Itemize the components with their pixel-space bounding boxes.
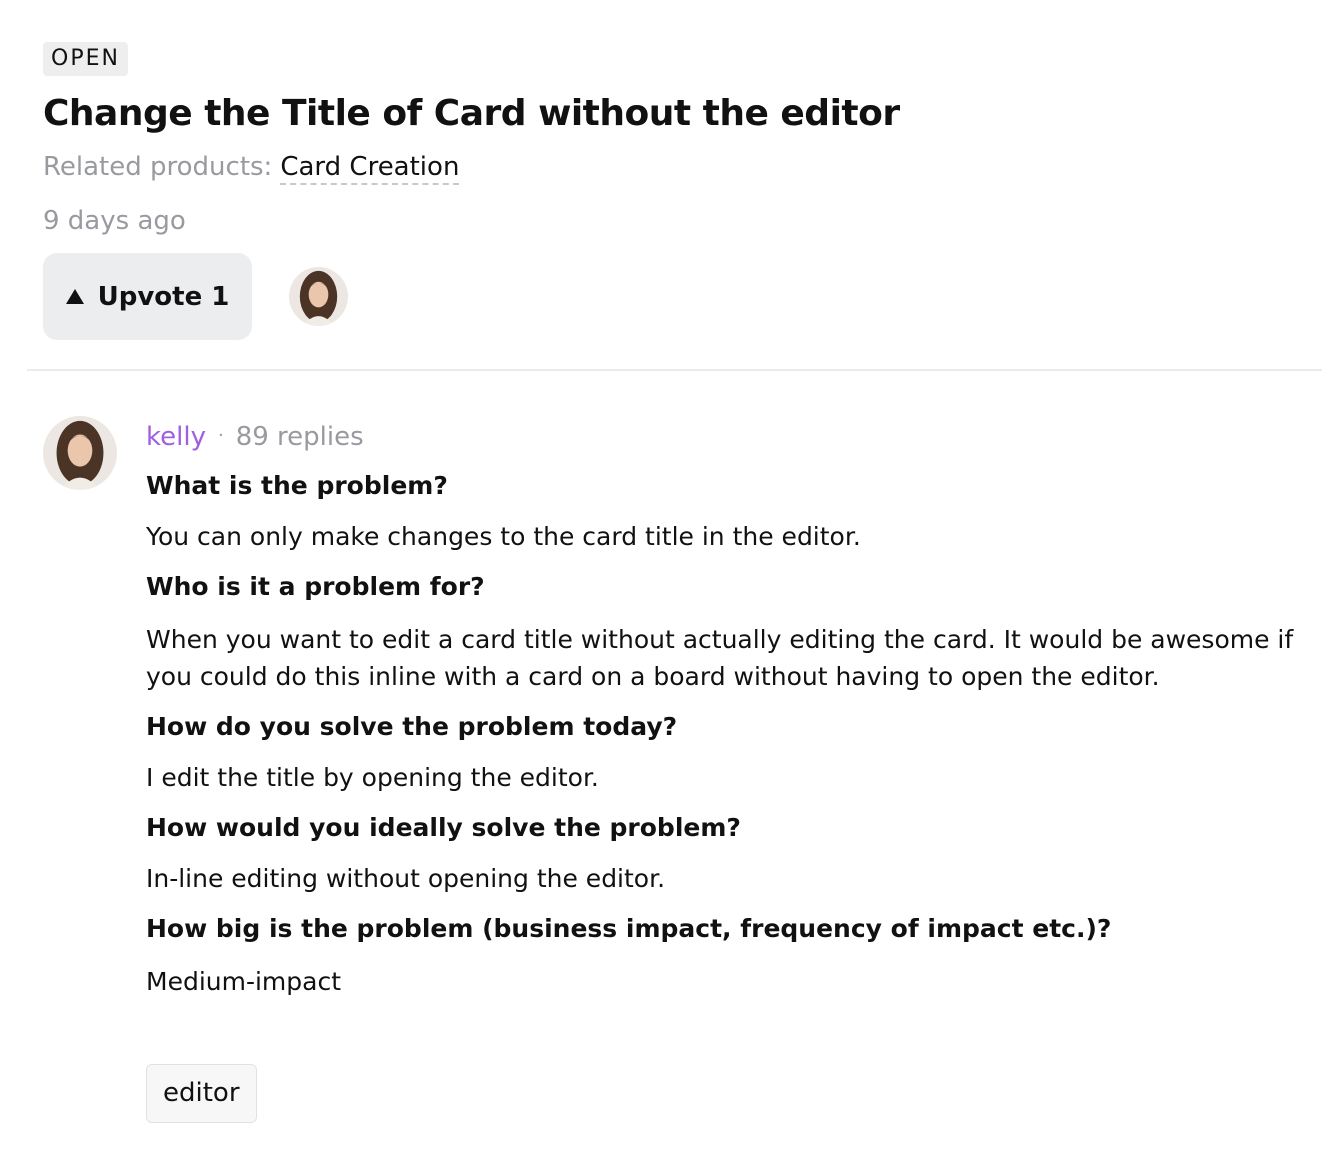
related-products: Related products: Card Creation (43, 148, 460, 186)
related-products-label: Related products: (43, 152, 273, 182)
answer-text: When you want to edit a card title witho… (146, 625, 1294, 691)
triangle-up-icon (65, 289, 84, 304)
answer-text: I edit the title by opening the editor. (146, 763, 599, 792)
question-heading: What is the problem? (146, 471, 448, 500)
post-page: OPEN Change the Title of Card without th… (0, 0, 1344, 1164)
question-heading: How would you ideally solve the problem? (146, 813, 741, 842)
section-divider (27, 369, 1322, 371)
page-title: Change the Title of Card without the edi… (43, 93, 900, 134)
post-body: What is the problem? You can only make c… (146, 468, 1316, 1000)
post-meta: kelly · 89 replies (146, 418, 364, 455)
question-heading: Who is it a problem for? (146, 572, 485, 601)
reply-count: 89 replies (235, 422, 364, 452)
author-avatar[interactable] (43, 416, 117, 490)
status-badge: OPEN (43, 42, 128, 76)
voter-avatar[interactable] (289, 267, 348, 326)
post-timestamp: 9 days ago (43, 206, 186, 236)
answer-text: You can only make changes to the card ti… (146, 522, 861, 551)
question-heading: How do you solve the problem today? (146, 712, 678, 741)
question-heading: How big is the problem (business impact,… (146, 914, 1112, 943)
upvote-button[interactable]: Upvote 1 (43, 253, 252, 340)
answer-text: Medium-impact (146, 967, 342, 996)
answer-text: In-line editing without opening the edit… (146, 864, 666, 893)
tag-chip[interactable]: editor (146, 1064, 257, 1123)
author-name-link[interactable]: kelly (146, 422, 206, 452)
related-product-link[interactable]: Card Creation (280, 152, 460, 185)
upvote-label: Upvote 1 (97, 281, 230, 312)
meta-separator: · (217, 425, 224, 446)
